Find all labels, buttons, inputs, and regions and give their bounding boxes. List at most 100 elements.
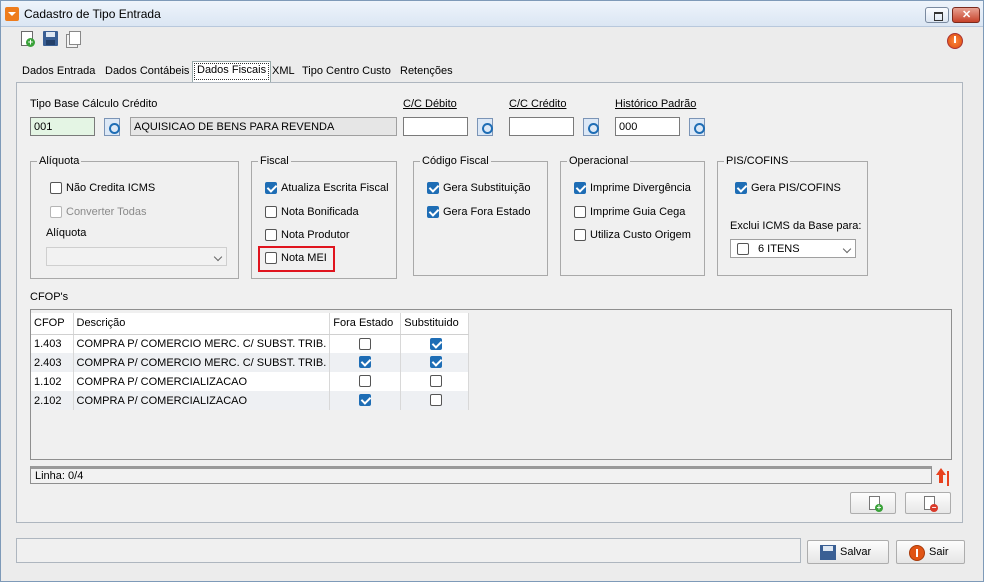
tab-retencoes[interactable]: Retenções	[396, 63, 457, 82]
tab-tipo-centro-custo[interactable]: Tipo Centro Custo	[298, 63, 395, 82]
substituido-checkbox[interactable]	[430, 394, 443, 406]
table-row[interactable]: 1.403 COMPRA P/ COMERCIO MERC. C/ SUBST.…	[31, 334, 470, 353]
cell-cfop: 2.102	[31, 391, 74, 410]
gera-substituicao-checkbox[interactable]	[427, 182, 439, 194]
remove-row-button[interactable]: −	[905, 492, 951, 514]
group-codigo-fiscal: Código Fiscal	[413, 155, 548, 276]
gera-fora-estado-checkbox[interactable]	[427, 206, 439, 218]
converter-todas-checkbox[interactable]	[50, 206, 62, 218]
custo-origem-label: Utiliza Custo Origem	[590, 229, 691, 241]
cc-debito-label[interactable]: C/C Débito	[403, 98, 457, 110]
nota-bonificada-checkbox[interactable]	[265, 206, 277, 218]
power-icon[interactable]	[947, 33, 963, 49]
save-button[interactable]: Salvar	[807, 540, 889, 564]
table-row[interactable]: 2.102 COMPRA P/ COMERCIALIZACAO	[31, 391, 470, 410]
app-icon	[5, 7, 19, 21]
cc-credito-field[interactable]	[509, 117, 574, 136]
atualiza-escrita-checkbox[interactable]	[265, 182, 277, 194]
group-aliquota-title: Alíquota	[37, 155, 82, 167]
gera-substituicao-label: Gera Substituição	[443, 182, 531, 194]
table-row[interactable]: 2.403 COMPRA P/ COMERCIO MERC. C/ SUBST.…	[31, 353, 470, 372]
nota-produtor-label: Nota Produtor	[281, 229, 350, 241]
cc-debito-lookup-icon[interactable]	[475, 117, 495, 136]
historico-lookup-icon[interactable]	[687, 117, 707, 136]
cfop-table: CFOP Descrição Fora Estado Substituido 1…	[31, 313, 470, 410]
cell-descricao: COMPRA P/ COMERCIALIZACAO	[73, 372, 331, 391]
fora-estado-checkbox[interactable]	[359, 375, 372, 387]
highlight-box	[258, 246, 335, 272]
grid-status: Linha: 0/4	[30, 466, 932, 484]
cc-debito-field[interactable]	[403, 117, 468, 136]
gera-pis-checkbox[interactable]	[735, 182, 747, 194]
copy-icon[interactable]	[63, 30, 81, 48]
exclui-icms-label: Exclui ICMS da Base para:	[730, 220, 862, 232]
table-row[interactable]: 1.102 COMPRA P/ COMERCIALIZACAO	[31, 372, 470, 391]
nota-produtor-checkbox[interactable]	[265, 229, 277, 241]
nao-credita-checkbox[interactable]	[50, 182, 62, 194]
tipo-base-label: Tipo Base Cálculo Crédito	[30, 98, 158, 110]
imprime-divergencia-label: Imprime Divergência	[590, 182, 691, 194]
fora-estado-checkbox[interactable]	[359, 356, 372, 368]
tipo-base-desc-field: AQUISICAO DE BENS PARA REVENDA	[130, 117, 397, 136]
imprime-guia-cega-label: Imprime Guia Cega	[590, 206, 686, 218]
tipo-base-code-field[interactable]: 001	[30, 117, 95, 136]
col-descricao[interactable]: Descrição	[73, 313, 331, 335]
tipo-base-lookup-icon[interactable]	[102, 117, 122, 136]
cc-credito-lookup-icon[interactable]	[581, 117, 601, 136]
chevron-down-icon	[213, 252, 223, 262]
group-operacional-title: Operacional	[567, 155, 631, 167]
col-cfop[interactable]: CFOP	[31, 313, 74, 335]
substituido-checkbox[interactable]	[430, 375, 443, 387]
group-operacional: Operacional	[560, 155, 705, 276]
tab-xml[interactable]: XML	[268, 63, 299, 82]
substituido-checkbox[interactable]	[430, 356, 443, 368]
aliquota-select[interactable]	[46, 247, 227, 266]
main-window: Cadastro de Tipo Entrada + Dados Entrada…	[0, 0, 984, 582]
new-document-icon[interactable]: +	[18, 30, 36, 48]
exit-icon	[909, 545, 925, 561]
save-icon[interactable]	[41, 30, 59, 48]
col-fora-estado[interactable]: Fora Estado	[329, 313, 402, 335]
historico-label[interactable]: Histórico Padrão	[615, 98, 696, 110]
col-substituido[interactable]: Substituido	[400, 313, 470, 335]
sort-icon[interactable]	[934, 466, 952, 484]
group-pis-cofins: PIS/COFINS	[717, 155, 868, 276]
nota-bonificada-label: Nota Bonificada	[281, 206, 359, 218]
add-row-button[interactable]: +	[850, 492, 896, 514]
tab-dados-fiscais[interactable]: Dados Fiscais	[192, 61, 272, 82]
cc-credito-label[interactable]: C/C Crédito	[509, 98, 566, 110]
save-icon	[820, 545, 836, 560]
imprime-divergencia-checkbox[interactable]	[574, 182, 586, 194]
cell-descricao: COMPRA P/ COMERCIALIZACAO	[73, 391, 331, 410]
group-pis-title: PIS/COFINS	[724, 155, 791, 167]
save-button-label: Salvar	[840, 546, 872, 558]
historico-field[interactable]: 000	[615, 117, 680, 136]
aliquota-label: Alíquota	[46, 227, 87, 239]
cell-cfop: 1.102	[31, 372, 74, 391]
cell-cfop: 2.403	[31, 353, 74, 372]
imprime-guia-cega-checkbox[interactable]	[574, 206, 586, 218]
cell-descricao: COMPRA P/ COMERCIO MERC. C/ SUBST. TRIB.	[73, 353, 331, 372]
exclui-icms-value: 6 ITENS	[758, 243, 800, 255]
cell-cfop: 1.403	[31, 334, 74, 353]
cfops-title: CFOP's	[30, 291, 69, 303]
restore-button[interactable]	[925, 7, 949, 23]
exit-button[interactable]: Sair	[896, 540, 965, 564]
footer-strip	[16, 538, 801, 563]
nao-credita-label: Não Credita ICMS	[66, 182, 156, 194]
converter-todas-label: Converter Todas	[66, 206, 147, 218]
tab-dados-entrada[interactable]: Dados Entrada	[18, 63, 99, 82]
fora-estado-checkbox[interactable]	[359, 337, 372, 350]
cfop-grid: CFOP Descrição Fora Estado Substituido 1…	[30, 309, 952, 460]
window-title: Cadastro de Tipo Entrada	[24, 7, 161, 21]
tab-dados-contabeis[interactable]: Dados Contábeis	[101, 63, 193, 82]
group-fiscal-title: Fiscal	[258, 155, 291, 167]
exit-button-label: Sair	[929, 546, 949, 558]
fora-estado-checkbox[interactable]	[359, 394, 372, 406]
exclui-icms-checkbox[interactable]	[737, 243, 749, 255]
substituido-checkbox[interactable]	[430, 337, 443, 350]
close-button[interactable]	[952, 7, 980, 23]
exclui-icms-select[interactable]: 6 ITENS	[730, 239, 856, 258]
cell-descricao: COMPRA P/ COMERCIO MERC. C/ SUBST. TRIB.	[73, 334, 331, 353]
custo-origem-checkbox[interactable]	[574, 229, 586, 241]
